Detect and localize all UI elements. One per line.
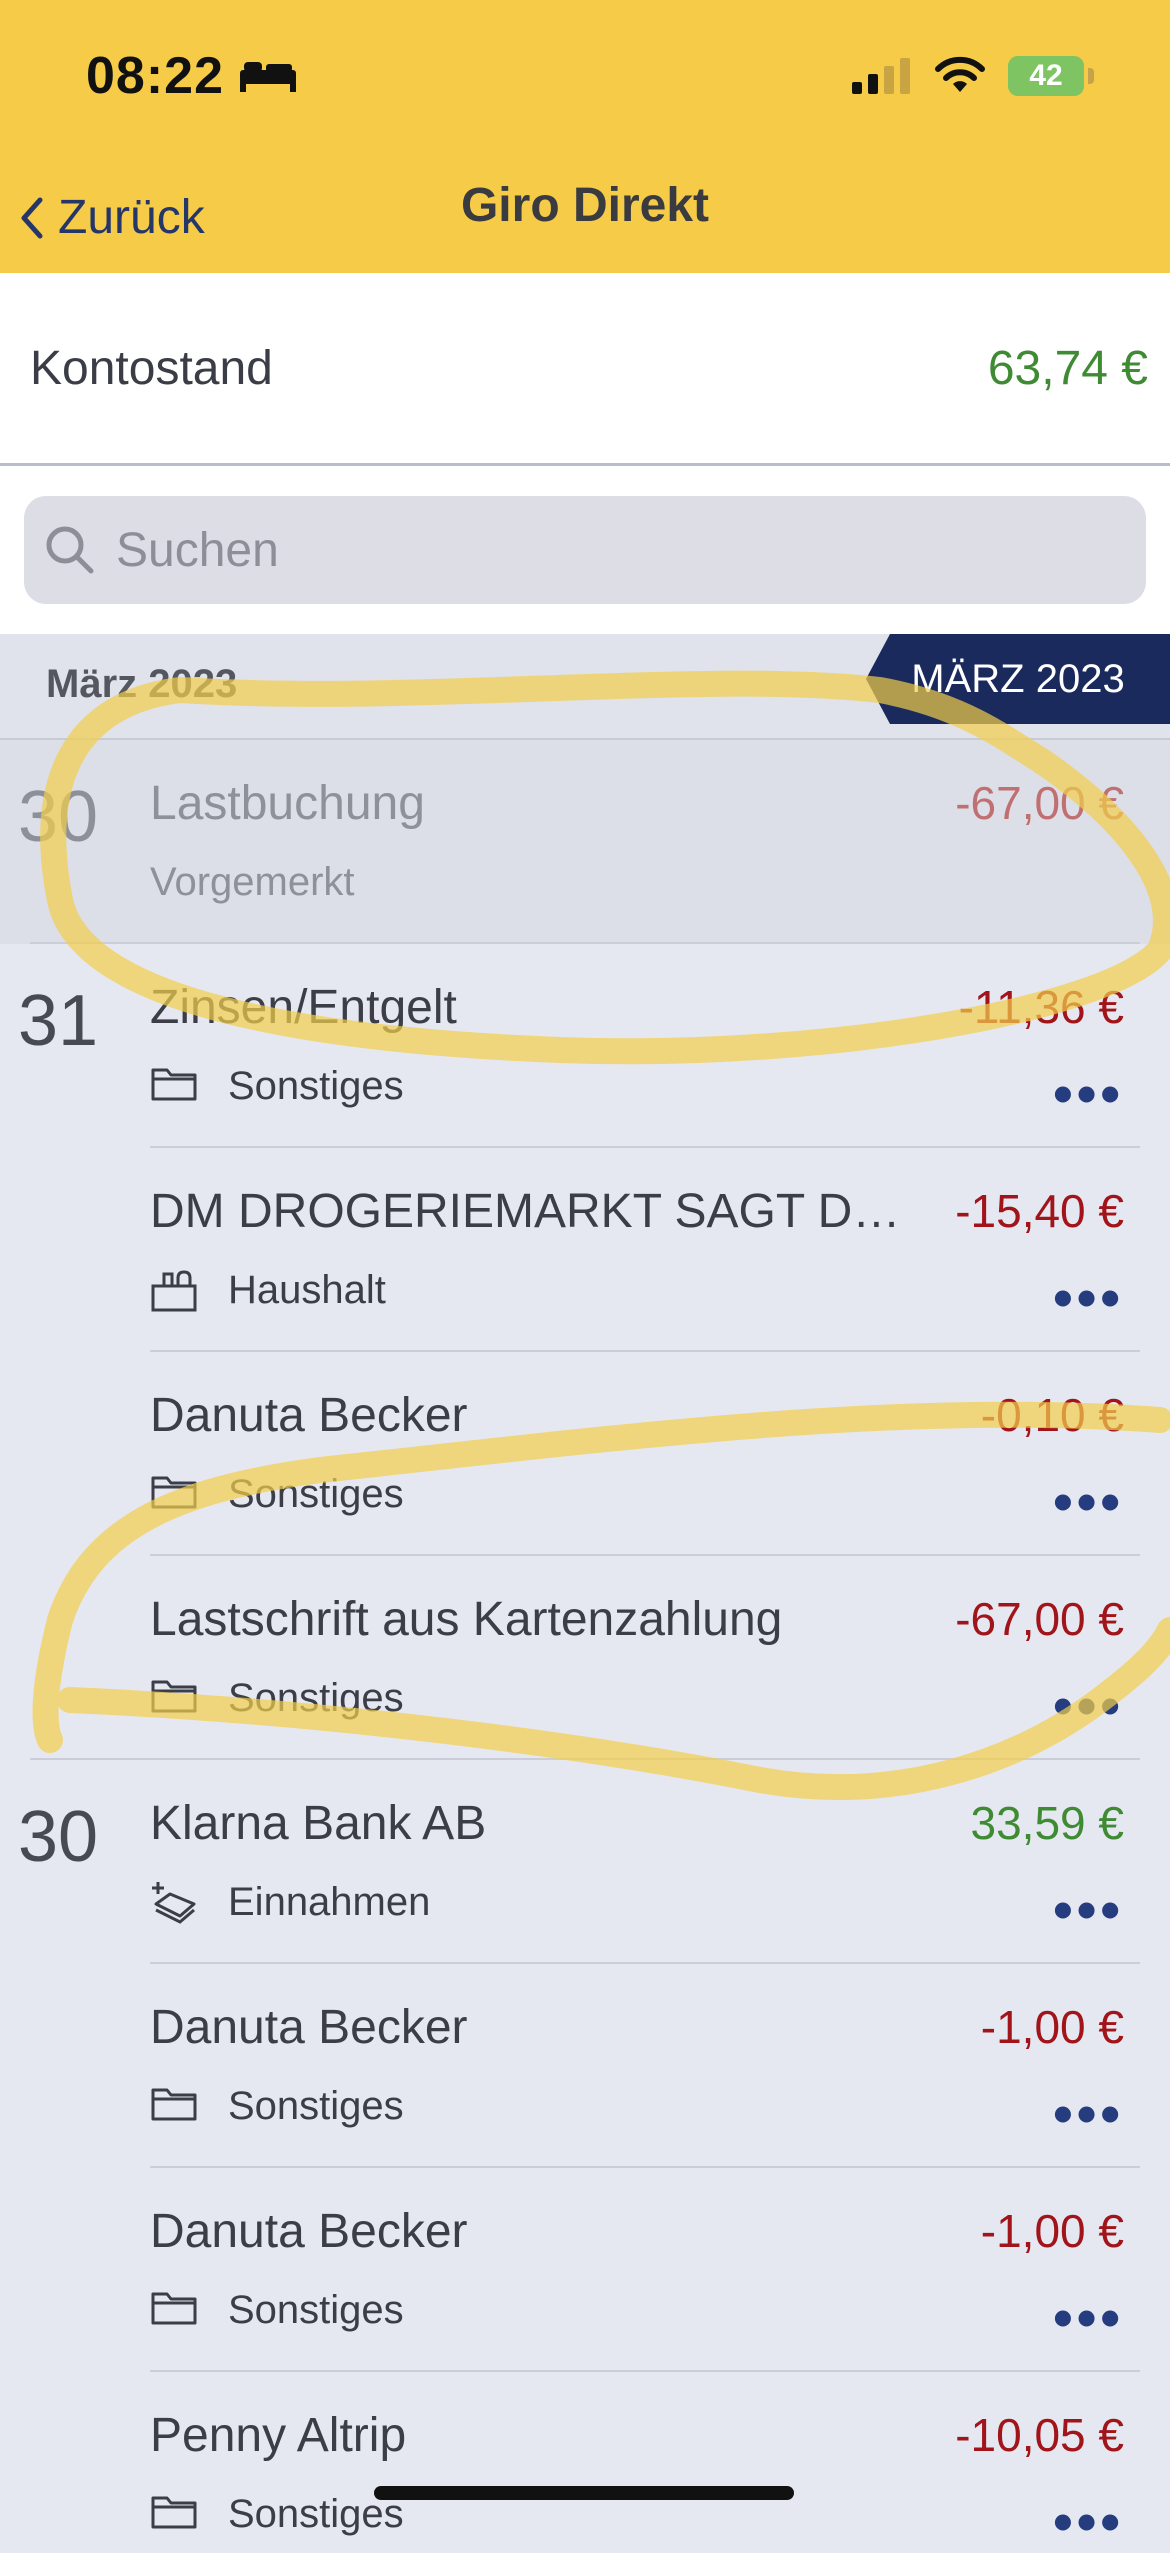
more-options-button[interactable]: ••• xyxy=(1053,1270,1124,1326)
month-label: März 2023 xyxy=(46,662,238,706)
more-options-button[interactable]: ••• xyxy=(1053,1882,1124,1938)
folder-icon xyxy=(151,2292,197,2325)
transaction-amount: -0,10 € xyxy=(980,1389,1124,1441)
more-options-button[interactable]: ••• xyxy=(1053,1066,1124,1122)
income-icon xyxy=(152,1882,196,1924)
transaction-row[interactable]: 30 Lastbuchung -67,00 € Vorgemerkt xyxy=(0,740,1170,944)
transaction-amount: -67,00 € xyxy=(955,1593,1124,1645)
transaction-amount: -67,00 € xyxy=(955,777,1124,829)
more-options-button[interactable]: ••• xyxy=(1053,1678,1124,1734)
folder-icon xyxy=(151,1068,197,1101)
transaction-row[interactable]: Penny Altrip -10,05 € Sonstiges ••• xyxy=(0,2372,1170,2550)
transaction-row[interactable]: Danuta Becker -1,00 € Sonstiges ••• xyxy=(0,1964,1170,2168)
transaction-day: 31 xyxy=(18,981,99,1061)
transaction-payee: Lastschrift aus Kartenzahlung xyxy=(150,1593,783,1646)
battery-tip xyxy=(1088,68,1094,84)
transaction-day: 30 xyxy=(18,777,99,857)
more-options-button[interactable]: ••• xyxy=(1053,2086,1124,2142)
more-options-button[interactable]: ••• xyxy=(1053,2494,1124,2550)
wifi-icon xyxy=(935,56,985,92)
transaction-row[interactable]: Danuta Becker -0,10 € Sonstiges ••• xyxy=(0,1352,1170,1556)
transaction-payee: Danuta Becker xyxy=(150,2001,468,2054)
month-section-header: März 2023 MÄRZ 2023 xyxy=(0,634,1170,740)
transaction-amount: -10,05 € xyxy=(955,2409,1124,2461)
transaction-day: 30 xyxy=(18,1797,99,1877)
balance-label: Kontostand xyxy=(30,342,273,395)
transaction-amount: -11,36 € xyxy=(958,981,1124,1033)
transaction-category: Sonstiges xyxy=(228,1676,404,1720)
transaction-category: Haushalt xyxy=(228,1268,386,1312)
home-indicator xyxy=(374,2486,794,2500)
transaction-row[interactable]: Lastschrift aus Kartenzahlung -67,00 € S… xyxy=(0,1556,1170,1760)
month-badge[interactable]: MÄRZ 2023 xyxy=(866,634,1170,724)
transaction-row[interactable]: 30 Klarna Bank AB 33,59 € Einnahmen ••• xyxy=(0,1760,1170,1964)
transaction-payee: Klarna Bank AB xyxy=(150,1797,487,1850)
folder-icon xyxy=(151,2496,197,2529)
folder-icon xyxy=(151,1476,197,1509)
folder-icon xyxy=(151,1680,197,1713)
page-title: Giro Direkt xyxy=(460,179,710,232)
transaction-category: Einnahmen xyxy=(228,1880,431,1924)
household-icon xyxy=(151,1270,197,1312)
header-bar: 08:22 42 Zurück Giro Direkt xyxy=(0,0,1170,273)
transaction-payee: Penny Altrip xyxy=(150,2409,407,2462)
bed-icon xyxy=(240,62,296,92)
transaction-row[interactable]: Danuta Becker -1,00 € Sonstiges ••• xyxy=(0,2168,1170,2372)
search-icon xyxy=(46,526,94,574)
transaction-amount: -1,00 € xyxy=(980,2205,1124,2257)
transaction-amount: -1,00 € xyxy=(980,2001,1124,2053)
transaction-category: Sonstiges xyxy=(228,2084,404,2128)
battery-indicator: 42 xyxy=(1008,56,1084,96)
search-area xyxy=(0,466,1170,634)
transaction-status: Vorgemerkt xyxy=(150,860,355,904)
transaction-payee: Lastbuchung xyxy=(150,777,425,830)
status-time: 08:22 xyxy=(86,47,224,105)
cellular-signal-icon xyxy=(852,58,910,94)
more-options-button[interactable]: ••• xyxy=(1053,1474,1124,1530)
search-bar[interactable] xyxy=(24,496,1146,604)
transaction-category: Sonstiges xyxy=(228,2288,404,2332)
transaction-row[interactable]: DM DROGERIEMARKT SAGT DA... -15,40 € Hau… xyxy=(0,1148,1170,1352)
folder-icon xyxy=(151,2088,197,2121)
transaction-row[interactable]: 31 Zinsen/Entgelt -11,36 € Sonstiges ••• xyxy=(0,944,1170,1148)
more-options-button[interactable]: ••• xyxy=(1053,2290,1124,2346)
transaction-payee: Zinsen/Entgelt xyxy=(150,981,457,1034)
transaction-category: Sonstiges xyxy=(228,1064,404,1108)
transaction-amount: -15,40 € xyxy=(955,1185,1124,1237)
transaction-payee: Danuta Becker xyxy=(150,1389,468,1442)
transaction-payee: Danuta Becker xyxy=(150,2205,468,2258)
transaction-category: Sonstiges xyxy=(228,1472,404,1516)
transaction-payee: DM DROGERIEMARKT SAGT DA... xyxy=(150,1185,910,1238)
transaction-amount: 33,59 € xyxy=(970,1797,1124,1849)
balance-row: Kontostand 63,74 € xyxy=(0,273,1170,466)
search-input[interactable] xyxy=(114,514,1118,586)
balance-value: 63,74 € xyxy=(987,342,1148,395)
